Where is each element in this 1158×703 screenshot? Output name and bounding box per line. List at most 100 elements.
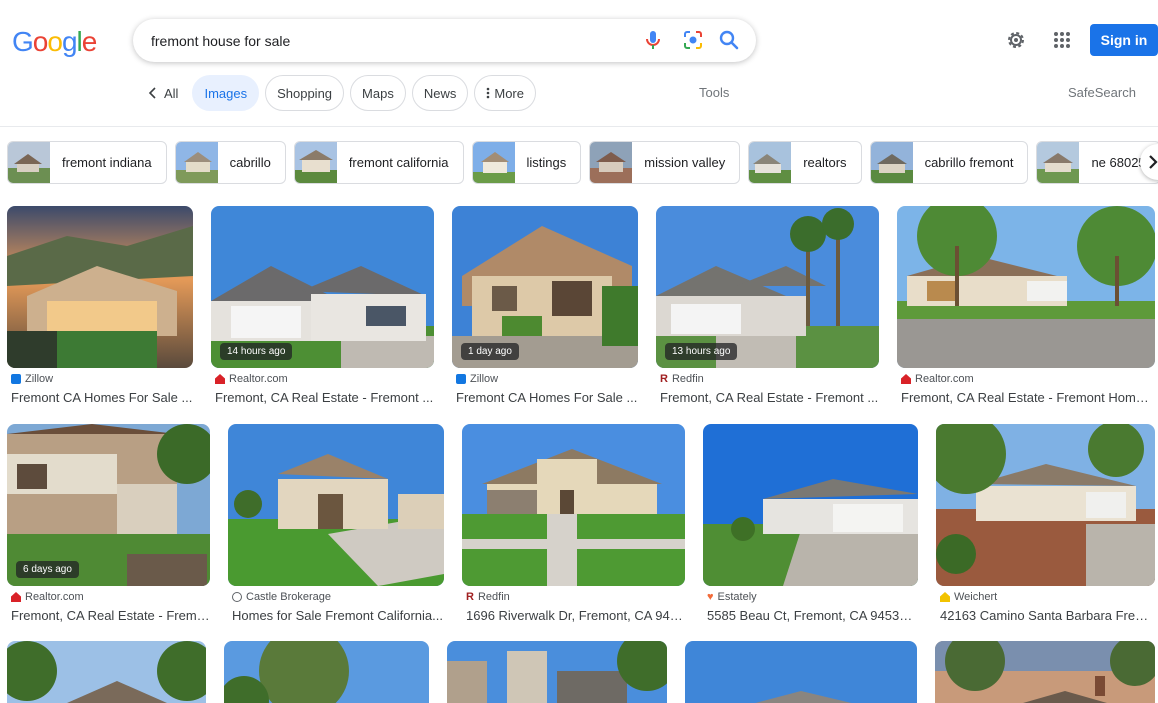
image-result[interactable]: 14 hours ago Realtor.com Fremont, CA Rea… bbox=[211, 206, 434, 406]
sign-in-button[interactable]: Sign in bbox=[1090, 24, 1158, 56]
related-chip[interactable]: listings bbox=[471, 141, 582, 184]
tab-more[interactable]: More bbox=[474, 75, 536, 111]
related-chip[interactable]: realtors bbox=[748, 141, 862, 184]
result-source-name: Redfin bbox=[671, 373, 704, 385]
search-tabs: All Images Shopping Maps News More bbox=[140, 75, 542, 111]
result-source-name: Realtor.com bbox=[915, 373, 974, 385]
result-thumbnail bbox=[936, 424, 1155, 586]
result-source-name: Realtor.com bbox=[229, 373, 288, 385]
result-thumbnail: 6 days ago bbox=[7, 424, 210, 586]
tab-news[interactable]: News bbox=[411, 75, 469, 111]
tab-all[interactable]: All bbox=[140, 75, 186, 111]
result-source-name: Castle Brokerage bbox=[246, 591, 331, 603]
result-thumbnail: 1 day ago bbox=[452, 206, 638, 368]
result-source-name: Zillow bbox=[25, 373, 54, 385]
related-chip-label: fremont indiana bbox=[62, 155, 152, 170]
header-divider bbox=[0, 126, 1158, 127]
zillow-icon bbox=[11, 374, 21, 384]
result-source: Realtor.com bbox=[901, 373, 974, 385]
tab-more-label: More bbox=[494, 85, 524, 101]
related-thumbnail bbox=[870, 142, 913, 183]
result-source-name: Weichert bbox=[954, 591, 998, 603]
apps-grid-icon[interactable] bbox=[1050, 28, 1074, 52]
image-result[interactable] bbox=[447, 641, 667, 703]
image-result[interactable]: 13 hours ago R Redfin Fremont, CA Real Es… bbox=[656, 206, 879, 406]
settings-gear-icon[interactable] bbox=[1004, 28, 1028, 52]
tab-images[interactable]: Images bbox=[192, 75, 260, 111]
time-badge: 1 day ago bbox=[461, 343, 519, 360]
related-chip[interactable]: mission valley bbox=[589, 141, 741, 184]
result-title[interactable]: Fremont, CA Real Estate - Fremont ... bbox=[215, 390, 434, 405]
result-source: Weichert bbox=[940, 591, 997, 603]
result-source-name: Redfin bbox=[477, 591, 510, 603]
image-result[interactable]: R Redfin 1696 Riverwalk Dr, Fremont, CA 9… bbox=[462, 424, 685, 624]
result-title[interactable]: Fremont CA Homes For Sale ... bbox=[11, 390, 193, 405]
image-result[interactable] bbox=[224, 641, 429, 703]
related-thumbnail bbox=[472, 142, 515, 183]
google-lens-icon[interactable] bbox=[681, 28, 705, 52]
result-thumbnail bbox=[685, 641, 917, 703]
image-result[interactable] bbox=[935, 641, 1155, 703]
time-badge: 13 hours ago bbox=[665, 343, 738, 360]
result-title[interactable]: Fremont, CA Real Estate - Fremont Homes.… bbox=[901, 390, 1155, 405]
result-thumbnail bbox=[897, 206, 1155, 368]
result-source: Zillow bbox=[11, 373, 53, 385]
result-source: R Redfin bbox=[466, 591, 510, 603]
related-chip-label: mission valley bbox=[644, 155, 726, 170]
microphone-icon[interactable] bbox=[641, 28, 665, 52]
result-source-name: Estately bbox=[717, 591, 757, 603]
google-logo[interactable]: Google bbox=[12, 26, 97, 58]
image-result[interactable]: Weichert 42163 Camino Santa Barbara Frem… bbox=[936, 424, 1155, 624]
related-chip-label: listings bbox=[526, 155, 567, 170]
related-chip[interactable]: fremont california bbox=[293, 141, 464, 184]
result-thumbnail bbox=[935, 641, 1155, 703]
result-title[interactable]: 42163 Camino Santa Barbara Frem... bbox=[940, 608, 1155, 623]
logo-letter: G bbox=[12, 26, 34, 57]
redfin-icon: R bbox=[466, 591, 474, 603]
related-chip[interactable]: cabrillo fremont bbox=[869, 141, 1029, 184]
result-title[interactable]: Fremont CA Homes For Sale ... bbox=[456, 390, 638, 405]
tab-maps[interactable]: Maps bbox=[350, 75, 406, 111]
related-chip[interactable]: cabrillo bbox=[174, 141, 286, 184]
result-source: Realtor.com bbox=[215, 373, 288, 385]
realtor-house-icon bbox=[11, 592, 21, 602]
tab-shopping[interactable]: Shopping bbox=[265, 75, 345, 111]
image-result[interactable]: Realtor.com Fremont, CA Real Estate - Fr… bbox=[897, 206, 1155, 406]
result-thumbnail bbox=[703, 424, 918, 586]
related-chip-label: cabrillo fremont bbox=[924, 155, 1014, 170]
search-box bbox=[133, 19, 756, 62]
related-chip[interactable]: fremont indiana bbox=[7, 141, 167, 184]
result-title[interactable]: Homes for Sale Fremont California... bbox=[232, 608, 444, 623]
safesearch-button[interactable]: SafeSearch bbox=[1068, 85, 1136, 100]
search-icon[interactable] bbox=[717, 28, 741, 52]
logo-letter: g bbox=[61, 26, 78, 57]
related-thumbnail bbox=[175, 142, 218, 183]
result-thumbnail bbox=[7, 641, 206, 703]
tools-button[interactable]: Tools bbox=[699, 85, 729, 100]
result-title[interactable]: Fremont, CA Real Estate - Fremont ... bbox=[660, 390, 879, 405]
image-result[interactable]: Zillow Fremont CA Homes For Sale ... bbox=[7, 206, 193, 406]
image-result[interactable]: ♥ Estately 5585 Beau Ct, Fremont, CA 9453… bbox=[703, 424, 918, 624]
logo-letter: o bbox=[32, 26, 49, 57]
result-source: Zillow bbox=[456, 373, 498, 385]
result-source: ♥ Estately bbox=[707, 591, 757, 603]
result-title[interactable]: 5585 Beau Ct, Fremont, CA 94538 ... bbox=[707, 608, 918, 623]
result-source: Castle Brokerage bbox=[232, 591, 331, 603]
related-thumbnail bbox=[1037, 142, 1080, 183]
result-source-name: Zillow bbox=[470, 373, 499, 385]
estately-heart-icon: ♥ bbox=[707, 591, 714, 603]
image-result[interactable]: 1 day ago Zillow Fremont CA Homes For Sa… bbox=[452, 206, 638, 406]
result-thumbnail: 13 hours ago bbox=[656, 206, 879, 368]
result-title[interactable]: 1696 Riverwalk Dr, Fremont, CA 945... bbox=[466, 608, 685, 623]
image-result[interactable]: Castle Brokerage Homes for Sale Fremont … bbox=[228, 424, 444, 624]
result-title[interactable]: Fremont, CA Real Estate - Fremo... bbox=[11, 608, 210, 623]
image-result[interactable]: 6 days ago Realtor.com Fremont, CA Real … bbox=[7, 424, 210, 624]
image-result[interactable] bbox=[7, 641, 206, 703]
search-input[interactable] bbox=[151, 19, 621, 62]
image-result[interactable] bbox=[685, 641, 917, 703]
result-thumbnail bbox=[462, 424, 685, 586]
result-thumbnail bbox=[228, 424, 444, 586]
result-source: Realtor.com bbox=[11, 591, 84, 603]
realtor-house-icon bbox=[901, 374, 911, 384]
result-thumbnail bbox=[447, 641, 667, 703]
